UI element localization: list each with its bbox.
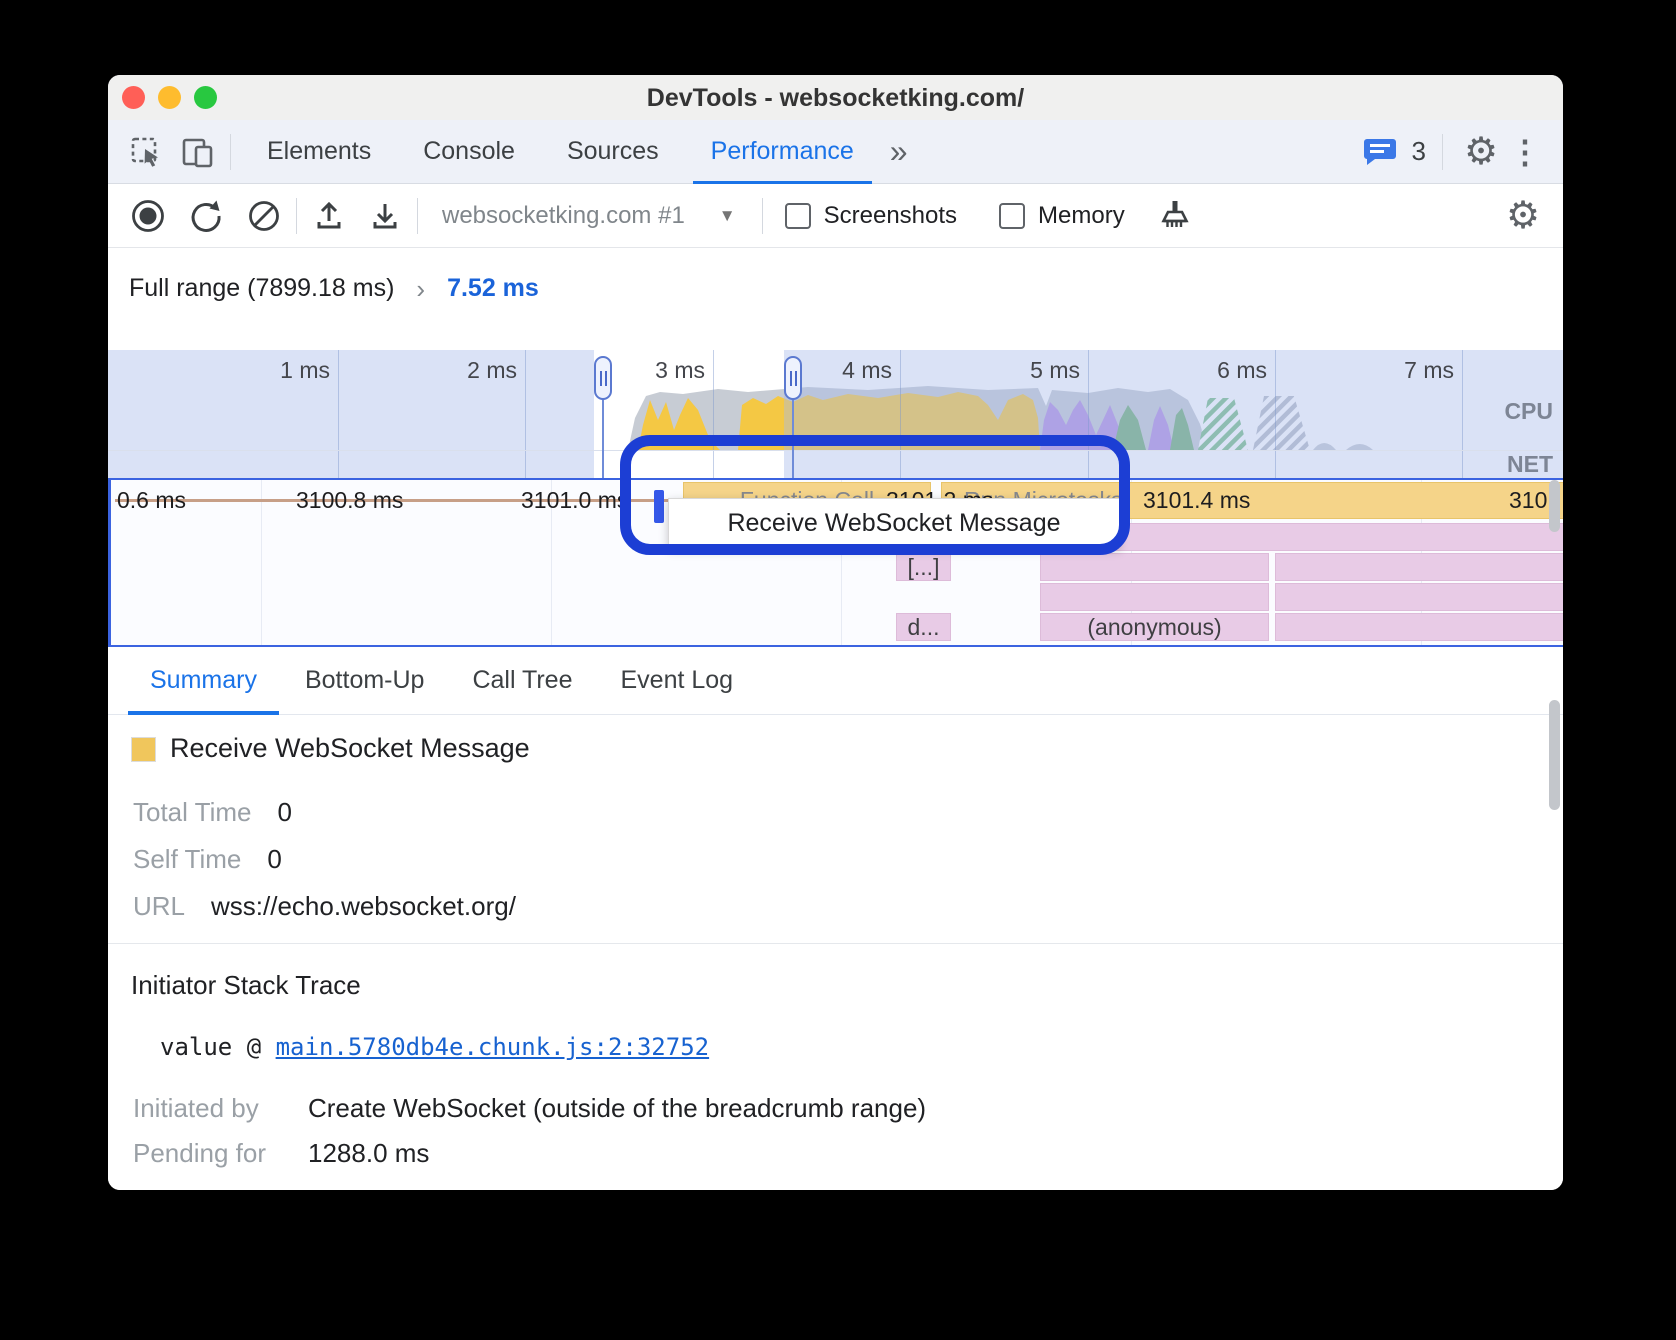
memory-label[interactable]: Memory <box>1038 202 1125 230</box>
cpu-track-label: CPU <box>1504 398 1553 425</box>
flame-block-truncated[interactable]: [...] <box>896 553 951 581</box>
flame-block[interactable] <box>1040 553 1269 581</box>
flame-block[interactable] <box>1275 553 1563 581</box>
ruler-tick: 2 ms <box>407 357 517 384</box>
titlebar: DevTools - websocketking.com/ <box>108 75 1563 121</box>
ruler-tick: 6 ms <box>1157 357 1267 384</box>
issues-count[interactable]: 3 <box>1412 136 1426 167</box>
flame-block-anonymous[interactable]: (anonymous) <box>1040 613 1269 641</box>
divider <box>230 134 231 170</box>
capture-settings-gear-icon[interactable]: ⚙ <box>1501 194 1545 238</box>
net-track-label: NET <box>1507 451 1553 478</box>
more-tabs-icon[interactable]: » <box>880 133 918 170</box>
time-marker: 3101.4 ms <box>1143 487 1250 514</box>
stack-frame-location-link[interactable]: main.5780db4e.chunk.js:2:32752 <box>276 1033 709 1061</box>
tab-call-tree[interactable]: Call Tree <box>448 647 596 715</box>
tab-summary[interactable]: Summary <box>126 647 281 715</box>
window-title: DevTools - websocketking.com/ <box>108 84 1563 113</box>
devtools-window: DevTools - websocketking.com/ Elements C… <box>108 75 1563 1190</box>
upload-profile-icon[interactable] <box>307 194 351 238</box>
tab-bottom-up[interactable]: Bottom-Up <box>281 647 448 715</box>
flame-block[interactable] <box>1275 613 1563 641</box>
details-tabbar: Summary Bottom-Up Call Tree Event Log <box>108 647 1563 715</box>
flame-block[interactable] <box>1275 583 1563 611</box>
devtools-tabbar: Elements Console Sources Performance » 3… <box>108 120 1563 184</box>
reload-record-icon[interactable] <box>184 194 228 238</box>
ruler-tick: 7 ms <box>1344 357 1454 384</box>
flame-block[interactable] <box>1040 583 1269 611</box>
device-toolbar-icon[interactable] <box>176 130 220 174</box>
time-marker: 3101.0 ms <box>521 487 628 514</box>
history-dropdown[interactable]: websocketking.com #1 <box>442 202 685 230</box>
clear-icon[interactable] <box>242 194 286 238</box>
event-tooltip: Receive WebSocket Message <box>668 498 1120 548</box>
divider <box>762 198 763 234</box>
performance-toolbar: websocketking.com #1 ▼ Screenshots Memor… <box>108 184 1563 248</box>
chevron-right-icon: › <box>416 274 425 305</box>
chevron-down-icon[interactable]: ▼ <box>719 206 736 226</box>
timeline-overview[interactable]: 1 ms 2 ms 3 ms 4 ms 5 ms 6 ms 7 ms CPU N… <box>108 350 1563 478</box>
time-marker: 0.6 ms <box>117 487 186 514</box>
flame-scrollbar-thumb[interactable] <box>1549 480 1560 532</box>
details-scrollbar-thumb[interactable] <box>1549 700 1560 810</box>
selected-event-marker[interactable] <box>654 490 664 523</box>
main-menu-kebab-icon[interactable]: ⋮ <box>1503 133 1547 171</box>
record-icon[interactable] <box>126 194 170 238</box>
timeline-breadcrumb: Full range (7899.18 ms) › 7.52 ms <box>108 248 1563 350</box>
tab-console[interactable]: Console <box>397 120 541 184</box>
inspect-element-icon[interactable] <box>124 130 168 174</box>
summary-panel: Receive WebSocket Message Total Time0 Se… <box>108 715 1563 1190</box>
issues-message-icon[interactable] <box>1358 130 1402 174</box>
download-profile-icon[interactable] <box>363 194 407 238</box>
stack-frame-function: value <box>160 1033 232 1061</box>
event-color-swatch <box>131 737 156 762</box>
ruler-tick: 1 ms <box>220 357 330 384</box>
divider <box>1442 134 1443 170</box>
range-handle-left[interactable] <box>594 356 612 400</box>
divider <box>296 198 297 234</box>
summary-event-title: Receive WebSocket Message <box>170 733 530 764</box>
divider <box>108 943 1563 944</box>
settings-gear-icon[interactable]: ⚙ <box>1459 130 1503 174</box>
stack-frame-row: value @ main.5780db4e.chunk.js:2:32752 <box>160 1033 709 1061</box>
flame-block[interactable] <box>1101 523 1563 551</box>
tab-event-log[interactable]: Event Log <box>597 647 758 715</box>
breadcrumb-full-range[interactable]: Full range (7899.18 ms) <box>129 274 394 303</box>
screenshots-checkbox[interactable] <box>785 203 811 229</box>
screenshots-label[interactable]: Screenshots <box>824 202 957 230</box>
garbage-collect-broom-icon[interactable] <box>1153 194 1197 238</box>
pending-for-row: Pending for1288.0 ms <box>133 1138 429 1169</box>
summary-row-total-time: Total Time0 <box>133 797 292 828</box>
overview-dim-left <box>108 350 594 478</box>
memory-checkbox[interactable] <box>999 203 1025 229</box>
ruler-tick: 5 ms <box>970 357 1080 384</box>
breadcrumb-selected-range[interactable]: 7.52 ms <box>447 274 539 303</box>
summary-row-self-time: Self Time0 <box>133 844 282 875</box>
flame-block-truncated[interactable]: d... <box>896 613 951 641</box>
time-marker: 310 <box>1509 487 1547 514</box>
time-marker: 3100.8 ms <box>296 487 403 514</box>
tab-elements[interactable]: Elements <box>241 120 397 184</box>
initiated-by-row: Initiated byCreate WebSocket (outside of… <box>133 1093 926 1124</box>
range-handle-right[interactable] <box>784 356 802 400</box>
initiator-stack-trace-heading: Initiator Stack Trace <box>131 970 361 1001</box>
summary-row-url: URLwss://echo.websocket.org/ <box>133 891 516 922</box>
divider <box>417 198 418 234</box>
tab-sources[interactable]: Sources <box>541 120 685 184</box>
tab-performance[interactable]: Performance <box>685 120 880 184</box>
